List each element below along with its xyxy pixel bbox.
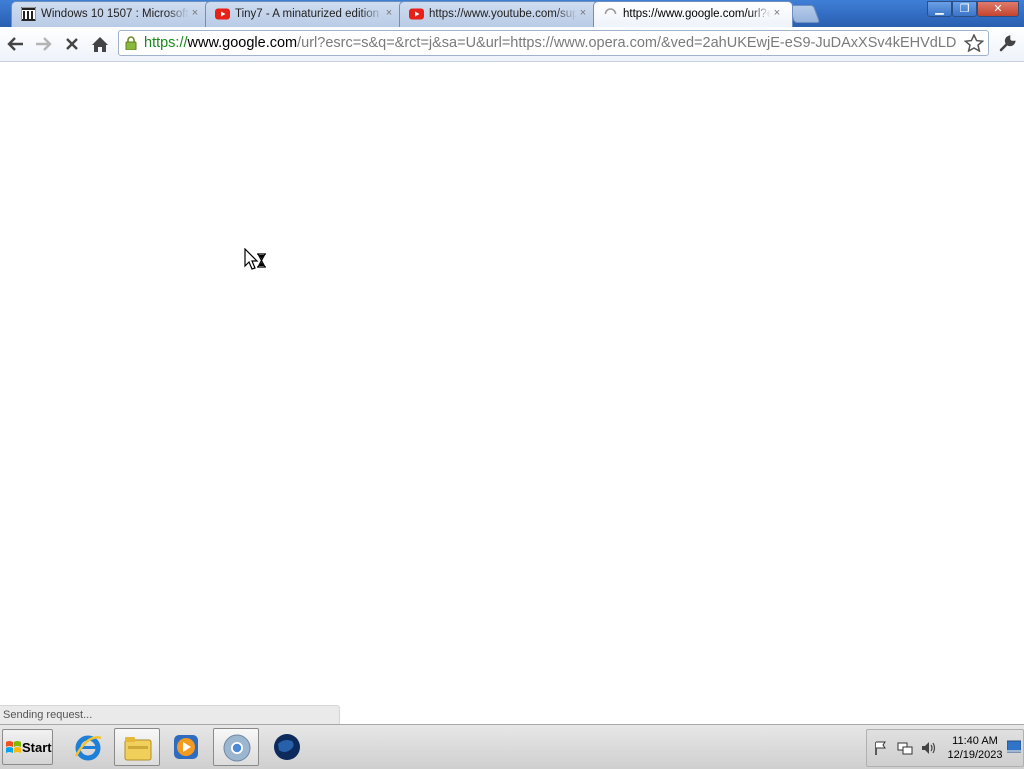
url-host: www.google.com xyxy=(187,35,298,51)
clock-time: 11:40 AM xyxy=(952,735,998,747)
tab-google-redirect[interactable]: https://www.google.com/url?esrc=s&q= × xyxy=(593,1,793,27)
taskbar-globe-app[interactable] xyxy=(264,728,310,766)
clock-date: 12/19/2023 xyxy=(947,749,1003,761)
url-path: /url?esrc=s&q=&rct=j&sa=U&url=https://ww… xyxy=(297,35,956,51)
chrome-icon xyxy=(223,734,251,762)
stop-x-icon xyxy=(66,38,78,50)
action-center-flag-icon[interactable] xyxy=(873,740,889,756)
network-icon[interactable] xyxy=(897,740,913,756)
youtube-icon xyxy=(215,8,230,20)
url-scheme: https:// xyxy=(144,35,188,51)
busy-cursor-icon xyxy=(244,248,266,270)
file-explorer-icon xyxy=(124,737,152,761)
taskbar-chrome[interactable] xyxy=(213,728,259,766)
tab-title: https://www.google.com/url?esrc=s&q= xyxy=(623,8,771,20)
archive-icon xyxy=(21,7,36,21)
tab-title: Tiny7 - A minaturized edition of Windows… xyxy=(235,8,383,20)
internet-explorer-icon xyxy=(74,735,102,761)
minimize-button[interactable]: ▁ xyxy=(927,1,952,17)
forward-button[interactable] xyxy=(31,32,55,56)
tab-title: https://www.youtube.com/supported_browse… xyxy=(429,8,577,20)
tab-strip: Windows 10 1507 : Microsoft : Free Downl… xyxy=(0,0,1024,27)
url-text[interactable]: https://www.google.com/url?esrc=s&q=&rct… xyxy=(144,35,956,51)
show-desktop-icon[interactable] xyxy=(1007,740,1021,754)
close-window-button[interactable]: ✕ xyxy=(977,1,1019,17)
tab-windows10-archive[interactable]: Windows 10 1507 : Microsoft : Free Downl… xyxy=(11,1,211,27)
loading-spinner-icon xyxy=(604,8,617,15)
volume-icon[interactable] xyxy=(921,740,937,756)
address-bar[interactable]: https://www.google.com/url?esrc=s&q=&rct… xyxy=(118,30,989,56)
browser-toolbar: https://www.google.com/url?esrc=s&q=&rct… xyxy=(0,27,1024,62)
start-label: Start xyxy=(22,740,52,755)
system-tray: 11:40 AM 12/19/2023 xyxy=(866,729,1024,767)
tab-title: Windows 10 1507 : Microsoft : Free Downl… xyxy=(41,8,189,20)
tab-close-icon[interactable]: × xyxy=(383,7,395,19)
bookmark-star-icon[interactable] xyxy=(964,34,984,52)
tab-close-icon[interactable]: × xyxy=(189,7,201,19)
windows-taskbar: Start 11:40 AM 12/19/2023 xyxy=(0,724,1024,769)
taskbar-internet-explorer[interactable] xyxy=(65,728,111,766)
page-content: Sending request... xyxy=(0,62,1024,724)
youtube-icon xyxy=(409,8,424,20)
home-icon xyxy=(92,36,108,52)
tab-tiny7-youtube[interactable]: Tiny7 - A minaturized edition of Windows… xyxy=(205,1,405,27)
home-button[interactable] xyxy=(88,32,112,56)
media-player-icon xyxy=(174,735,198,759)
stop-button[interactable] xyxy=(60,32,84,56)
taskbar-file-explorer[interactable] xyxy=(114,728,160,766)
wrench-icon xyxy=(999,35,1016,52)
tab-close-icon[interactable]: × xyxy=(771,7,783,19)
back-arrow-icon xyxy=(7,37,23,51)
forward-arrow-icon xyxy=(36,37,52,51)
lock-icon xyxy=(125,36,137,50)
tab-close-icon[interactable]: × xyxy=(577,7,589,19)
tab-youtube-supported-browsers[interactable]: https://www.youtube.com/supported_browse… xyxy=(399,1,599,27)
settings-wrench-button[interactable] xyxy=(995,32,1019,56)
globe-icon xyxy=(274,734,300,760)
taskbar-media-player[interactable] xyxy=(163,728,209,766)
status-bubble: Sending request... xyxy=(0,705,340,724)
back-button[interactable] xyxy=(4,32,28,56)
windows-flag-icon xyxy=(6,741,21,753)
start-button[interactable]: Start xyxy=(2,729,53,765)
restore-button[interactable]: ❐ xyxy=(952,1,977,17)
taskbar-clock[interactable]: 11:40 AM 12/19/2023 xyxy=(943,734,1007,762)
